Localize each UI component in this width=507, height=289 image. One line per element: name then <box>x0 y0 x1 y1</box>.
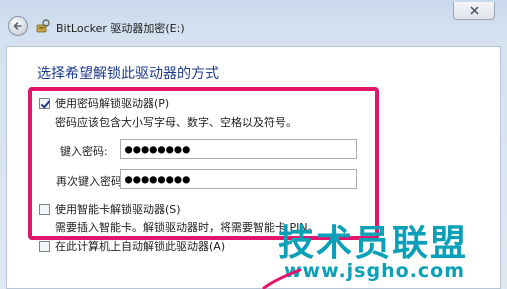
title-bar: BitLocker 驱动器加密(E:) <box>0 0 507 36</box>
back-arrow-icon <box>13 22 22 30</box>
site-watermark: 技术员联盟 www.jsgho.com <box>272 214 502 289</box>
close-button[interactable] <box>453 2 495 20</box>
auto-unlock-checkbox[interactable] <box>39 240 50 252</box>
close-icon <box>469 6 479 15</box>
red-pen-stroke <box>262 268 302 289</box>
password-option[interactable]: 使用密码解锁驱动器(P) <box>39 95 169 111</box>
back-button[interactable] <box>8 16 28 36</box>
auto-unlock-option-label: 在此计算机上自动解锁此驱动器(A) <box>55 240 226 253</box>
bitlocker-key-icon <box>36 19 50 33</box>
password-option-label: 使用密码解锁驱动器(P) <box>55 97 170 110</box>
watermark-url: www.jsgho.com <box>284 260 465 282</box>
smartcard-option[interactable]: 使用智能卡解锁驱动器(S) <box>39 201 181 217</box>
reenter-password-field[interactable]: ●●●●●●●● <box>120 169 357 189</box>
smartcard-checkbox[interactable] <box>39 203 50 215</box>
password-hint: 密码应该包含大小写字母、数字、空格以及符号。 <box>55 116 297 129</box>
enter-password-field[interactable]: ●●●●●●●● <box>120 139 357 159</box>
password-checkbox[interactable] <box>39 97 50 109</box>
window-title: BitLocker 驱动器加密(E:) <box>56 22 185 35</box>
auto-unlock-option[interactable]: 在此计算机上自动解锁此驱动器(A) <box>39 238 225 254</box>
enter-password-label: 键入密码: <box>60 145 108 158</box>
watermark-brand: 技术员联盟 <box>278 223 469 264</box>
smartcard-option-label: 使用智能卡解锁驱动器(S) <box>55 203 181 216</box>
bitlocker-window: BitLocker 驱动器加密(E:) 选择希望解锁此驱动器的方式 使用密码解锁… <box>0 0 507 289</box>
reenter-password-label: 再次键入密码: <box>56 175 126 188</box>
page-heading: 选择希望解锁此驱动器的方式 <box>37 66 219 82</box>
